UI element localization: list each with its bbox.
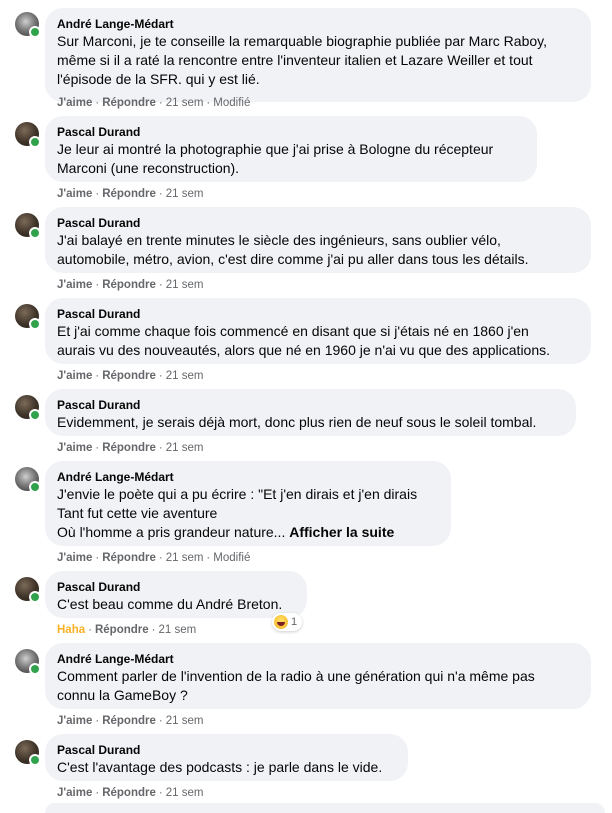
reply-button[interactable]: Répondre <box>102 279 156 291</box>
comment-time[interactable]: 21 sem <box>158 624 196 636</box>
reply-button[interactable]: Répondre <box>102 442 156 454</box>
comment-text: J'ai balayé en trente minutes le siècle … <box>57 232 529 267</box>
online-status-icon <box>29 663 41 675</box>
comment-text: C'est l'avantage des podcasts : je parle… <box>57 759 383 775</box>
reply-button[interactable]: Répondre <box>102 370 156 382</box>
comment-bubble: Pascal Durand J'ai balayé en trente minu… <box>45 207 591 273</box>
comment-actions: J'aime · Répondre · 21 sem <box>57 188 204 200</box>
online-status-icon <box>29 136 41 148</box>
reply-button[interactable]: Répondre <box>102 787 156 799</box>
comment-author[interactable]: Pascal Durand <box>57 306 579 322</box>
comment-text: Comment parler de l'invention de la radi… <box>57 668 535 703</box>
comment-author[interactable]: André Lange-Médart <box>57 469 439 485</box>
online-status-icon <box>29 26 41 38</box>
reaction-count-value: 1 <box>291 616 298 628</box>
like-button[interactable]: J'aime <box>57 442 92 454</box>
comment-author[interactable]: Pascal Durand <box>57 742 396 758</box>
comment-actions: J'aime · Répondre · 21 sem · Modifié <box>57 97 251 109</box>
comment-author[interactable]: Pascal Durand <box>57 397 564 413</box>
reaction-count[interactable]: 1 <box>272 613 303 631</box>
haha-reaction-icon <box>274 615 288 629</box>
comment-actions: J'aime · Répondre · 21 sem <box>57 715 204 727</box>
avatar[interactable] <box>15 740 41 766</box>
online-status-icon <box>29 227 41 239</box>
like-button[interactable]: J'aime <box>57 715 92 727</box>
comment-bubble: Pascal Durand C'est beau comme du André … <box>45 571 307 618</box>
online-status-icon <box>29 591 41 603</box>
comment-time[interactable]: 21 sem <box>166 787 204 799</box>
comment-actions: J'aime · Répondre · 21 sem <box>57 787 204 799</box>
comment-author[interactable]: André Lange-Médart <box>57 16 579 32</box>
comment-text: Evidemment, je serais déjà mort, donc pl… <box>57 414 537 430</box>
avatar[interactable] <box>15 213 41 239</box>
haha-reaction-button[interactable]: Haha <box>57 624 85 636</box>
comment-bubble: Pascal Durand C'est l'avantage des podca… <box>45 734 408 781</box>
comment-time[interactable]: 21 sem <box>166 370 204 382</box>
comment-time[interactable]: 21 sem <box>166 188 204 200</box>
comment-time[interactable]: 21 sem <box>166 97 204 109</box>
comment-bubble: André Lange-Médart Comment parler de l'i… <box>45 643 591 709</box>
comment-author[interactable]: Pascal Durand <box>57 215 579 231</box>
reply-button[interactable]: Répondre <box>95 624 149 636</box>
online-status-icon <box>29 318 41 330</box>
like-button[interactable]: J'aime <box>57 552 92 564</box>
see-more-link[interactable]: Afficher la suite <box>289 524 394 540</box>
comment-author[interactable]: Pascal Durand <box>57 579 295 595</box>
avatar[interactable] <box>15 304 41 330</box>
reply-button[interactable]: Répondre <box>102 97 156 109</box>
like-button[interactable]: J'aime <box>57 370 92 382</box>
comment-time[interactable]: 21 sem <box>166 552 204 564</box>
reply-button[interactable]: Répondre <box>102 552 156 564</box>
comment-bubble: André Lange-Médart Sur Marconi, je te co… <box>45 8 591 102</box>
comment-bubble: Pascal Durand Je leur ai montré la photo… <box>45 116 537 182</box>
comment-text: Sur Marconi, je te conseille la remarqua… <box>57 33 547 87</box>
reply-button[interactable]: Répondre <box>102 715 156 727</box>
comment-time[interactable]: 21 sem <box>166 279 204 291</box>
avatar[interactable] <box>15 12 41 38</box>
avatar[interactable] <box>15 577 41 603</box>
like-button[interactable]: J'aime <box>57 188 92 200</box>
edited-label[interactable]: Modifié <box>213 97 250 109</box>
comment-actions: Haha · Répondre · 21 sem <box>57 624 197 636</box>
comment-actions: J'aime · Répondre · 21 sem <box>57 279 204 291</box>
like-button[interactable]: J'aime <box>57 787 92 799</box>
comment-text: J'envie le poète qui a pu écrire : "Et j… <box>57 486 418 540</box>
like-button[interactable]: J'aime <box>57 97 92 109</box>
comment-actions: J'aime · Répondre · 21 sem <box>57 442 204 454</box>
comment-time[interactable]: 21 sem <box>166 442 204 454</box>
edited-label[interactable]: Modifié <box>213 552 250 564</box>
reply-button[interactable]: Répondre <box>102 188 156 200</box>
avatar[interactable] <box>15 122 41 148</box>
avatar[interactable] <box>15 649 41 675</box>
comment-author[interactable]: André Lange-Médart <box>57 651 579 667</box>
online-status-icon <box>29 481 41 493</box>
comment-bubble: Pascal Durand Evidemment, je serais déjà… <box>45 389 576 436</box>
comment-text: C'est beau comme du André Breton. <box>57 596 283 612</box>
next-comment-bubble-edge <box>45 803 605 813</box>
online-status-icon <box>29 754 41 766</box>
comment-thread: André Lange-Médart Sur Marconi, je te co… <box>0 0 612 813</box>
comment-actions: J'aime · Répondre · 21 sem · Modifié <box>57 552 251 564</box>
comment-time[interactable]: 21 sem <box>166 715 204 727</box>
comment-text: Et j'ai comme chaque fois commencé en di… <box>57 323 551 358</box>
like-button[interactable]: J'aime <box>57 279 92 291</box>
comment-text: Je leur ai montré la photographie que j'… <box>57 141 494 176</box>
comment-author[interactable]: Pascal Durand <box>57 124 525 140</box>
comment-bubble: Pascal Durand Et j'ai comme chaque fois … <box>45 298 591 364</box>
avatar[interactable] <box>15 395 41 421</box>
online-status-icon <box>29 409 41 421</box>
comment-actions: J'aime · Répondre · 21 sem <box>57 370 204 382</box>
avatar[interactable] <box>15 467 41 493</box>
comment-bubble: André Lange-Médart J'envie le poète qui … <box>45 461 451 546</box>
